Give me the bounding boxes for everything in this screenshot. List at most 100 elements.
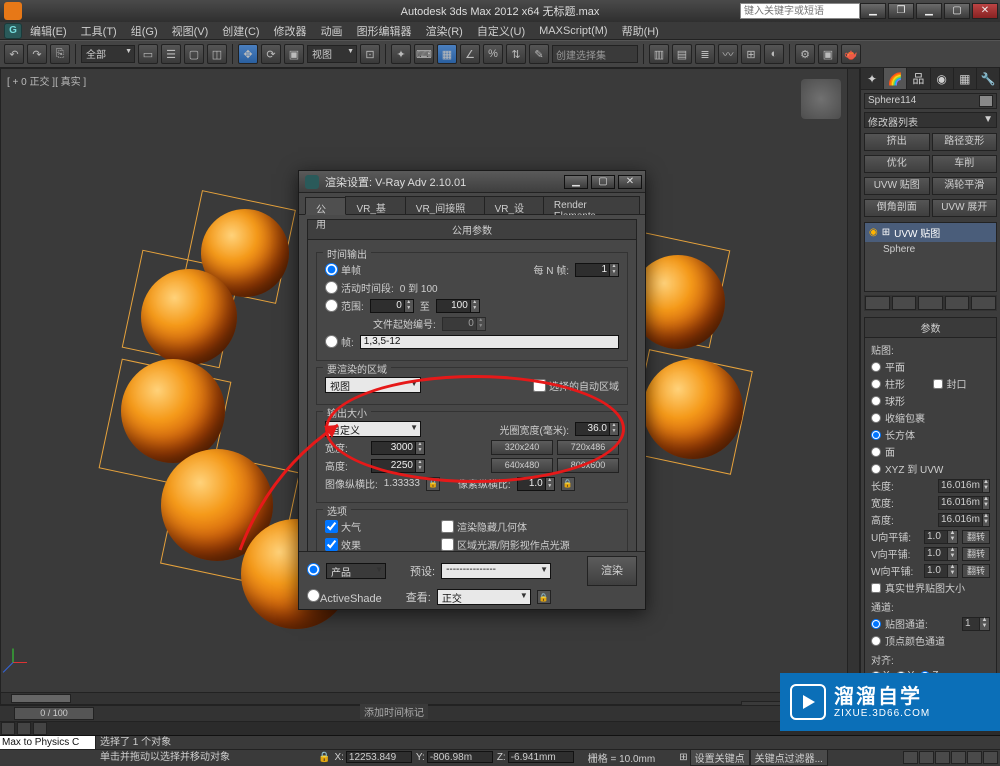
every-n-spinner[interactable]: 1▲▼ [575, 263, 619, 277]
atmos-checkbox[interactable] [325, 520, 338, 533]
configure-sets-button[interactable] [971, 296, 996, 310]
maximize-button[interactable]: ▢ [944, 3, 970, 19]
ref-coord-select[interactable]: 视图 [307, 45, 357, 63]
active-seg-radio[interactable] [325, 281, 338, 294]
wflip-button[interactable]: 翻转 [962, 564, 990, 578]
dialog-max-button[interactable]: ▢ [591, 175, 615, 189]
view-select[interactable]: 正交 [437, 589, 531, 605]
vtile-spinner[interactable]: 1.0▲▼ [924, 547, 958, 561]
display-tab[interactable]: ▦ [954, 68, 977, 89]
align-button[interactable]: ▤ [672, 44, 692, 64]
auto-region-checkbox[interactable] [533, 379, 546, 392]
map-face-radio[interactable] [871, 447, 881, 457]
z-coord-input[interactable]: -6.941mm [508, 751, 574, 763]
snap-angle-button[interactable]: ∠ [460, 44, 480, 64]
file-start-spinner[interactable]: 0▲▼ [442, 317, 486, 331]
sphere-object[interactable] [643, 359, 743, 459]
preset-uvwmap[interactable]: UVW 贴图 [864, 177, 930, 195]
preset-640x480[interactable]: 640x480 [491, 458, 553, 473]
hidden-checkbox[interactable] [441, 520, 454, 533]
menu-tools[interactable]: 工具(T) [75, 22, 123, 40]
keyboard-shortcut-button[interactable]: ⌨ [414, 44, 434, 64]
realworld-checkbox[interactable] [871, 583, 881, 593]
dialog-close-button[interactable]: ✕ [618, 175, 642, 189]
range-to-spinner[interactable]: 100▲▼ [436, 299, 480, 313]
area-select[interactable]: 视图 [325, 377, 421, 393]
range-radio[interactable] [325, 299, 338, 312]
nav-fov-button[interactable] [951, 751, 966, 764]
addtime-button[interactable]: 添加时间标记 [360, 704, 428, 719]
preset-lathe[interactable]: 车削 [932, 155, 998, 173]
utilities-tab[interactable]: 🔧 [977, 68, 1000, 89]
nav-zoom-button[interactable] [919, 751, 934, 764]
dialog-minimize-button[interactable]: ▁ [564, 175, 588, 189]
render-frame-button[interactable]: ▣ [818, 44, 838, 64]
undo-button[interactable]: ↶ [4, 44, 24, 64]
menu-modifiers[interactable]: 修改器 [268, 22, 313, 40]
coord-lock-icon[interactable]: 🔒 [316, 752, 332, 763]
render-button[interactable]: 渲染 [587, 556, 637, 586]
map-box-radio[interactable] [871, 430, 881, 440]
object-name-input[interactable]: Sphere114 [864, 93, 997, 109]
range-from-spinner[interactable]: 0▲▼ [370, 299, 414, 313]
help-search-input[interactable] [740, 3, 860, 19]
tab-vrbase[interactable]: VR_基项 [345, 196, 405, 214]
output-height-spinner[interactable]: 2250▲▼ [371, 459, 425, 473]
modifier-list-select[interactable]: 修改器列表▼ [864, 112, 997, 128]
menu-group[interactable]: 组(G) [125, 22, 164, 40]
frames-radio[interactable] [325, 335, 338, 348]
preset-320x240[interactable]: 320x240 [491, 440, 553, 455]
time-slider-thumb[interactable]: 0 / 100 [14, 707, 94, 720]
menu-views[interactable]: 视图(V) [166, 22, 215, 40]
sphere-object[interactable] [141, 269, 237, 365]
menu-customize[interactable]: 自定义(U) [471, 22, 531, 40]
map-xyz-radio[interactable] [871, 464, 881, 474]
mapchannel-spinner[interactable]: 1▲▼ [962, 617, 990, 631]
nav-orbit-button[interactable] [967, 751, 982, 764]
restore-button[interactable]: ❐ [888, 3, 914, 19]
redo-button[interactable]: ↷ [27, 44, 47, 64]
track-btn-3[interactable] [33, 722, 47, 735]
select-button[interactable]: ▭ [138, 44, 158, 64]
minimize-button[interactable]: ▁ [860, 3, 886, 19]
viewport-vscroll[interactable] [847, 69, 859, 692]
menu-animation[interactable]: 动画 [315, 22, 349, 40]
schematic-button[interactable]: ⊞ [741, 44, 761, 64]
render-setup-button[interactable]: ⚙ [795, 44, 815, 64]
remove-mod-button[interactable] [945, 296, 970, 310]
make-unique-button[interactable] [918, 296, 943, 310]
tab-vrgi[interactable]: VR_间接照明 [405, 196, 485, 214]
width-spinner[interactable]: 16.016m▲▼ [938, 496, 990, 510]
create-tab[interactable]: ✦ [861, 68, 884, 89]
preset-800x600[interactable]: 800x600 [557, 458, 619, 473]
menu-maxscript[interactable]: MAXScript(M) [533, 24, 613, 38]
params-rollup-header[interactable]: 参数 [864, 317, 997, 338]
aperture-spinner[interactable]: 36.0▲▼ [575, 422, 619, 436]
viewport-hscroll[interactable] [1, 692, 859, 704]
modify-tab[interactable]: 🌈 [884, 68, 907, 89]
track-btn-1[interactable] [1, 722, 15, 735]
map-shrink-radio[interactable] [871, 413, 881, 423]
production-radio[interactable] [307, 563, 320, 576]
object-color-swatch[interactable] [979, 95, 993, 107]
image-aspect-lock[interactable]: 🔒 [426, 477, 440, 491]
height-spinner[interactable]: 16.016m▲▼ [938, 513, 990, 527]
preset-optimize[interactable]: 优化 [864, 155, 930, 173]
maxscript-listener[interactable]: Max to Physics C [0, 736, 96, 749]
viewcube[interactable] [801, 79, 841, 119]
snap-percent-button[interactable]: % [483, 44, 503, 64]
frames-input[interactable] [360, 335, 619, 349]
single-frame-radio[interactable] [325, 263, 338, 276]
sphere-object[interactable] [121, 359, 225, 463]
motion-tab[interactable]: ◉ [931, 68, 954, 89]
nav-max-button[interactable] [983, 751, 998, 764]
layers-button[interactable]: ≣ [695, 44, 715, 64]
app-menu-button[interactable]: G [4, 23, 22, 39]
utile-spinner[interactable]: 1.0▲▼ [924, 530, 958, 544]
curve-editor-button[interactable]: 〰 [718, 44, 738, 64]
y-coord-input[interactable]: -806.98m [427, 751, 493, 763]
minimize2-button[interactable]: ▁ [916, 3, 942, 19]
x-coord-input[interactable]: 12253.849 [346, 751, 412, 763]
select-manipulate-button[interactable]: ✦ [391, 44, 411, 64]
map-planar-radio[interactable] [871, 362, 881, 372]
